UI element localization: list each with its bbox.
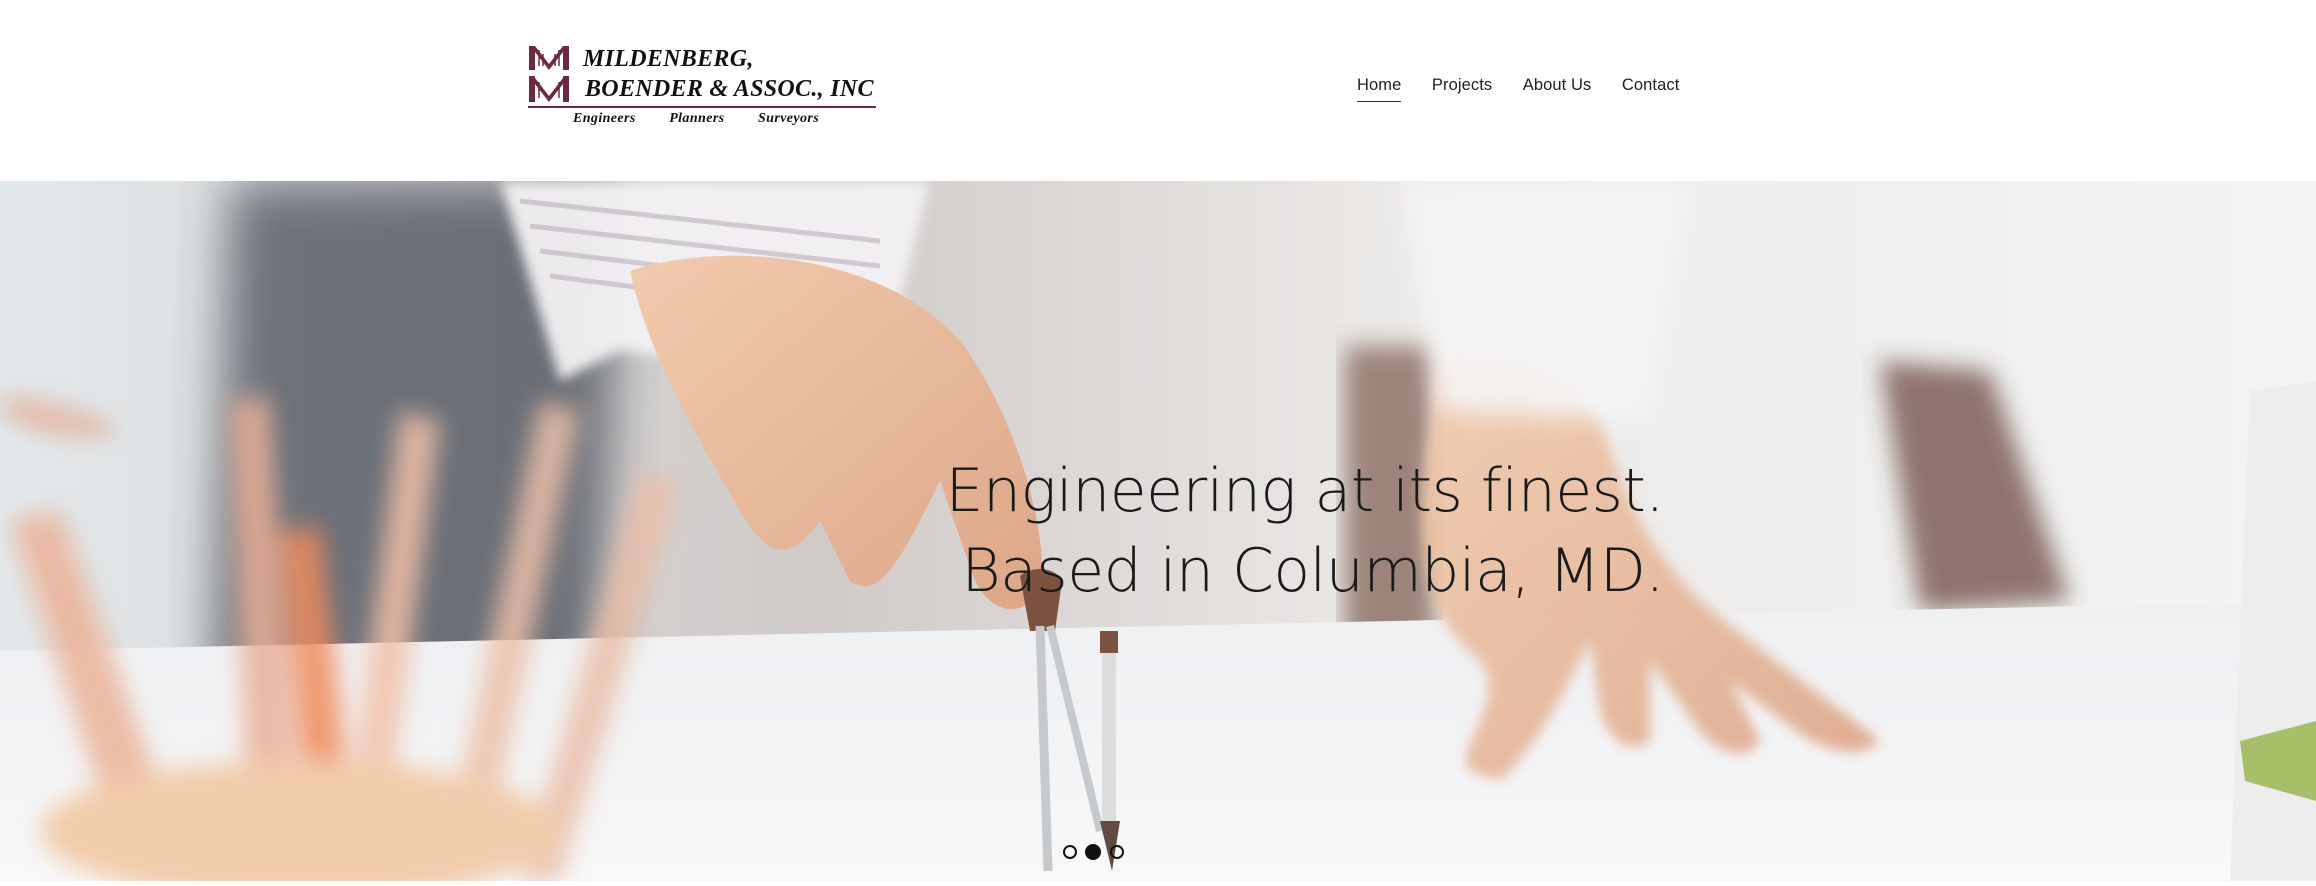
mb-monogram-icon (529, 46, 569, 102)
company-logo[interactable]: MILDENBERG, BOENDER & ASSOC., INC Engine… (528, 44, 878, 130)
nav-item-about-us[interactable]: About Us (1523, 76, 1592, 101)
logo-tag-surveyors: Surveyors (757, 111, 820, 126)
nav-item-contact[interactable]: Contact (1622, 76, 1680, 101)
main-navigation: Home Projects About Us Contact (1357, 76, 1679, 106)
logo-tagline: Engineers Planners Surveyors (573, 109, 848, 129)
slider-dot-3[interactable] (1109, 845, 1124, 859)
logo-tag-planners: Planners (669, 111, 725, 126)
site-header: MILDENBERG, BOENDER & ASSOC., INC Engine… (0, 0, 2316, 181)
hero-headline-line-1: Engineering at its finest. (945, 456, 1665, 526)
nav-item-home[interactable]: Home (1357, 76, 1402, 102)
logo-divider (528, 106, 876, 108)
logo-text-line-1: MILDENBERG, (583, 46, 754, 72)
logo-tag-engineers: Engineers (573, 111, 636, 126)
page-bottom-strip (0, 881, 2316, 886)
hero-headline: Engineering at its finest. Based in Colu… (945, 451, 1665, 611)
nav-item-projects[interactable]: Projects (1432, 76, 1492, 101)
slider-dot-2[interactable] (1085, 844, 1102, 860)
slider-pagination (1063, 844, 1128, 864)
hero-headline-line-2: Based in Columbia, MD. (961, 536, 1664, 606)
logo-text-line-2: BOENDER & ASSOC., INC (585, 76, 874, 102)
slider-dot-1[interactable] (1063, 845, 1077, 859)
hero-slider: Engineering at its finest. Based in Colu… (0, 181, 2316, 881)
